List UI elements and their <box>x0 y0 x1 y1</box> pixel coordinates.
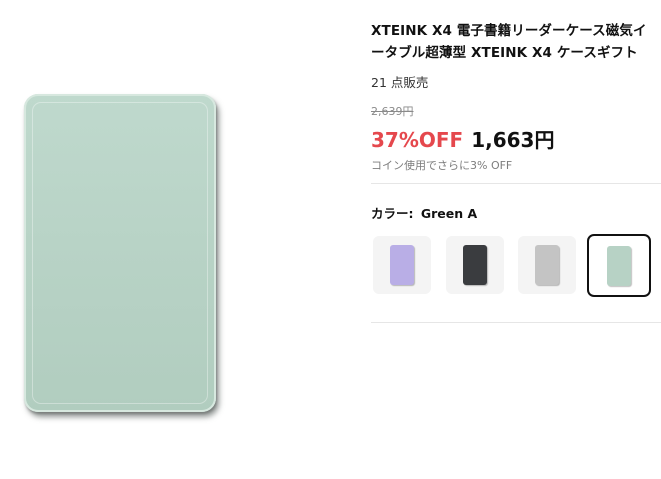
sold-count: 21 点販売 <box>371 75 429 90</box>
product-image-gallery <box>0 0 350 479</box>
color-label: カラー: Green A <box>371 203 477 222</box>
sale-price: 1,663円 <box>471 128 555 152</box>
product-image[interactable] <box>24 94 216 412</box>
color-label-separator: : <box>408 206 414 221</box>
coin-discount-note: コイン使用でさらに3% OFF <box>371 159 513 172</box>
color-label-text: カラー <box>371 206 409 221</box>
original-price: 2,639円 <box>371 105 414 118</box>
color-swatch-black[interactable] <box>446 236 504 294</box>
color-swatch-list <box>373 234 661 297</box>
divider <box>371 183 661 184</box>
swatch-thumbnail-green <box>607 245 631 286</box>
swatch-thumbnail-purple <box>390 245 414 285</box>
color-swatch-gray[interactable] <box>518 236 576 294</box>
color-swatch-green[interactable] <box>587 234 651 297</box>
swatch-thumbnail-black <box>463 245 487 285</box>
product-image-case-edge <box>32 102 208 404</box>
swatch-thumbnail-gray <box>535 245 559 285</box>
product-page: XTEINK X4 電子書籍リーダーケース磁気イ ータブル超薄型 XTEINK … <box>0 0 661 479</box>
discount-badge: 37%OFF <box>371 128 464 152</box>
divider <box>371 322 661 323</box>
color-selected-value: Green A <box>420 206 478 221</box>
price-row: 37%OFF 1,663円 <box>371 124 554 152</box>
color-swatch-purple[interactable] <box>373 236 431 294</box>
product-title: XTEINK X4 電子書籍リーダーケース磁気イ ータブル超薄型 XTEINK … <box>371 23 647 61</box>
